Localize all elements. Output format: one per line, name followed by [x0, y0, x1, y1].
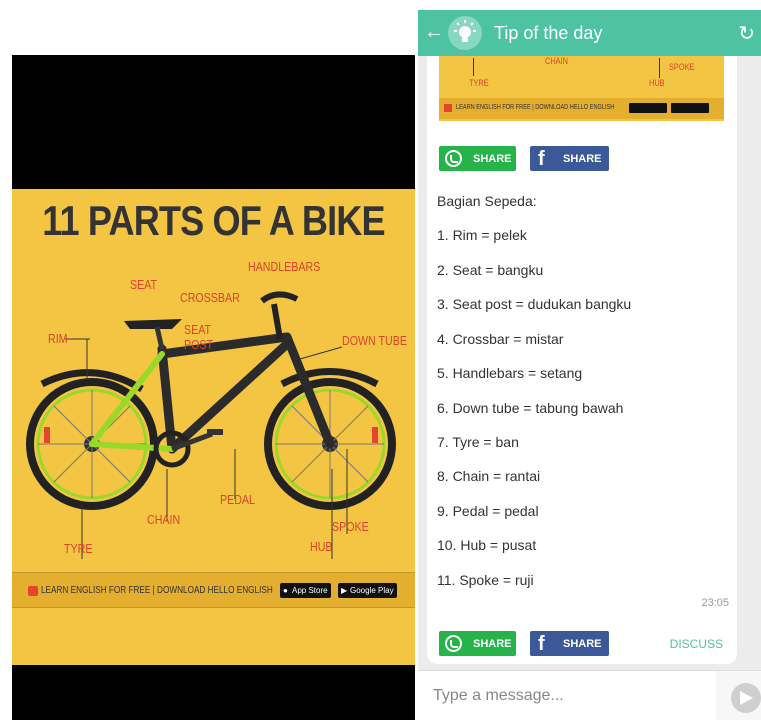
screen: 11 PARTS OF A BIKE SEAT HANDLEBARS CROSS…	[0, 0, 761, 720]
label-handlebars: HANDLEBARS	[248, 259, 321, 274]
compose-bar	[418, 670, 761, 720]
refresh-icon[interactable]: ↻	[738, 21, 755, 46]
label-spoke: SPOKE	[332, 519, 369, 534]
thumb-label-hub: HUB	[649, 78, 665, 88]
label-tyre: TYRE	[64, 541, 93, 556]
message-timestamp: 23:05	[701, 597, 729, 609]
label-crossbar: CROSSBAR	[180, 290, 240, 305]
tip-item: 4. Crossbar = mistar	[437, 331, 564, 347]
tip-item: 2. Seat = bangku	[437, 262, 544, 278]
label-seat-post: SEAT POST	[184, 322, 214, 352]
tip-item: 3. Seat post = dudukan bangku	[437, 296, 632, 312]
share-facebook-button[interactable]: f SHARE	[530, 146, 609, 171]
tip-item: 8. Chain = rantai	[437, 468, 541, 484]
app-store-badge: ● App Store	[280, 583, 331, 598]
share-facebook-button[interactable]: f SHARE	[530, 631, 609, 656]
hello-english-logo-icon	[444, 104, 452, 112]
tip-item: 5. Handlebars = setang	[437, 365, 583, 381]
tip-item: 11. Spoke = ruji	[437, 572, 534, 588]
bike-parts-poster: 11 PARTS OF A BIKE SEAT HANDLEBARS CROSS…	[12, 189, 415, 665]
whatsapp-icon	[445, 635, 462, 652]
tip-heading: Bagian Sepeda:	[437, 193, 537, 209]
label-chain: CHAIN	[147, 512, 181, 527]
share-whatsapp-button[interactable]: SHARE	[439, 146, 516, 171]
tip-item: 9. Pedal = pedal	[437, 503, 539, 519]
poster-footer-text: LEARN ENGLISH FOR FREE | DOWNLOAD HELLO …	[41, 585, 273, 596]
poster-title: 11 PARTS OF A BIKE	[42, 197, 385, 244]
tip-card: CHAIN TYRE SPOKE HUB LEARN ENGLISH FOR F…	[427, 56, 737, 664]
facebook-icon: f	[538, 633, 545, 655]
label-pedal: PEDAL	[220, 492, 255, 507]
tip-image[interactable]: CHAIN TYRE SPOKE HUB LEARN ENGLISH FOR F…	[439, 56, 724, 121]
poster-footer: LEARN ENGLISH FOR FREE | DOWNLOAD HELLO …	[12, 572, 415, 608]
thumb-label-chain: CHAIN	[545, 56, 568, 66]
google-play-badge	[671, 103, 709, 113]
label-seat: SEAT	[130, 277, 158, 292]
arrow-left-icon[interactable]: ←	[424, 20, 446, 44]
label-hub: HUB	[310, 539, 333, 554]
lightbulb-icon	[448, 16, 482, 50]
send-icon[interactable]	[731, 683, 761, 713]
google-play-badge: ▶ Google Play	[338, 583, 397, 598]
play-icon: ▶	[341, 586, 348, 595]
app-bar: ← Tip of the day ↻	[418, 10, 761, 56]
tip-item: 7. Tyre = ban	[437, 434, 519, 450]
tip-item: 1. Rim = pelek	[437, 227, 527, 243]
facebook-icon: f	[538, 148, 545, 170]
discuss-link[interactable]: DISCUSS	[670, 637, 723, 651]
apple-icon: ●	[283, 586, 288, 595]
image-viewer: 11 PARTS OF A BIKE SEAT HANDLEBARS CROSS…	[12, 55, 415, 720]
thumb-label-spoke: SPOKE	[669, 62, 695, 72]
hello-english-logo-icon	[28, 586, 38, 596]
label-rim: RIM	[48, 331, 68, 346]
whatsapp-icon	[445, 150, 462, 167]
tip-item: 6. Down tube = tabung bawah	[437, 400, 624, 416]
chat-panel: ← Tip of the day ↻ CHAIN TYRE SPOKE HUB …	[418, 10, 761, 720]
label-down-tube: DOWN TUBE	[342, 333, 407, 348]
appbar-title: Tip of the day	[494, 23, 603, 43]
message-input[interactable]	[418, 671, 716, 720]
thumb-footer: LEARN ENGLISH FOR FREE | DOWNLOAD HELLO …	[439, 98, 724, 119]
tip-item: 10. Hub = pusat	[437, 537, 537, 553]
thumb-footer-text: LEARN ENGLISH FOR FREE | DOWNLOAD HELLO …	[456, 104, 615, 111]
app-store-badge	[629, 103, 667, 113]
thumb-label-tyre: TYRE	[469, 78, 489, 88]
share-whatsapp-button[interactable]: SHARE	[439, 631, 516, 656]
